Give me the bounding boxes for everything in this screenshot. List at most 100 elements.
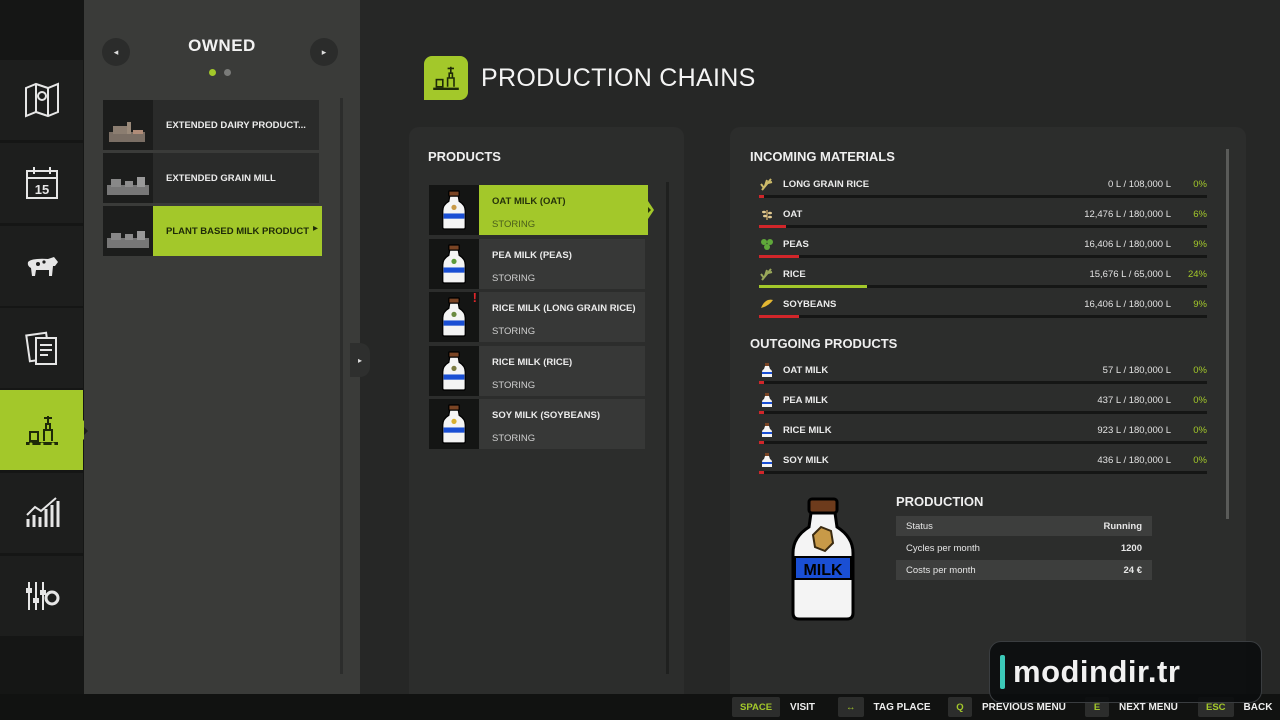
milk-bottle-icon: ! [429,290,479,342]
page-dot-2[interactable] [224,69,231,76]
nav-statistics-button[interactable] [0,473,83,553]
facility-item-active[interactable]: PLANT BASED MILK PRODUCT [103,206,322,256]
milk-bottle-small-icon [759,422,775,438]
incoming-percent: 0% [1193,179,1207,190]
fill-level-bar [759,315,1207,318]
outgoing-name: OAT MILK [783,365,829,376]
incoming-row: RICE 15,676 L / 65,000 L 24% [759,266,1207,296]
chevron-right-icon: ▸ [357,355,362,365]
incoming-amount: 12,476 L / 180,000 L [1084,209,1171,220]
hint-label: PREVIOUS MENU [982,701,1066,713]
product-item[interactable]: PEA MILK (PEAS) STORING [429,238,645,289]
incoming-amount: 16,406 L / 180,000 L [1084,239,1171,250]
product-item[interactable]: SOY MILK (SOYBEANS) STORING [429,399,645,449]
cycles-row: Cycles per month 1200 [896,538,1152,558]
product-name: RICE MILK (RICE) [492,356,573,368]
facility-item[interactable]: EXTENDED DAIRY PRODUCT... [103,100,319,150]
hint-label: BACK [1243,701,1273,713]
costs-value: 24 € [1123,564,1143,576]
incoming-row: SOYBEANS 16,406 L / 180,000 L 9% [759,296,1207,326]
watermark-accent [1000,655,1005,689]
outgoing-name: SOY MILK [783,455,829,466]
outgoing-row: PEA MILK 437 L / 180,000 L 0% [759,392,1207,422]
details-panel: INCOMING MATERIALS LONG GRAIN RICE 0 L / … [730,127,1246,694]
calendar-day: 15 [34,182,48,197]
hint-label: TAG PLACE [873,701,931,713]
incoming-amount: 0 L / 108,000 L [1107,179,1171,190]
rice-grain-icon [759,176,775,192]
nav-contracts-button[interactable] [0,308,83,388]
hint-label: NEXT MENU [1119,701,1178,713]
fill-level [759,381,764,384]
facility-label: EXTENDED DAIRY PRODUCT... [166,119,306,131]
incoming-name: RICE [783,269,806,280]
fill-level [759,225,786,228]
outgoing-percent: 0% [1193,365,1207,376]
fill-level-bar [759,471,1207,474]
status-row: Status Running [896,516,1152,536]
costs-label: Costs per month [906,564,976,576]
cycles-label: Cycles per month [906,542,980,554]
product-item[interactable]: ! RICE MILK (LONG GRAIN RICE) STORING [429,290,645,342]
incoming-title: INCOMING MATERIALS [750,149,895,164]
incoming-amount: 16,406 L / 180,000 L [1084,299,1171,310]
fill-level-bar [759,411,1207,414]
milk-bottle-image: MILK [791,497,855,621]
outgoing-row: OAT MILK 57 L / 180,000 L 0% [759,362,1207,392]
nav-calendar-button[interactable]: 15 [0,143,83,223]
status-value: Running [1103,520,1142,532]
facility-label: PLANT BASED MILK PRODUCT [166,225,310,237]
hint-label: VISIT [790,701,816,713]
outgoing-title: OUTGOING PRODUCTS [750,336,898,351]
production-title: PRODUCTION [896,494,984,509]
milk-bottle-icon [429,185,479,235]
statistics-icon [25,497,59,527]
next-category-button[interactable]: ▸ [310,38,338,66]
outgoing-percent: 0% [1193,425,1207,436]
product-state: STORING [492,433,536,444]
outgoing-amount: 436 L / 180,000 L [1097,455,1171,466]
product-state: STORING [492,379,536,391]
owned-scrollbar[interactable] [340,98,343,674]
scrollbar-thumb[interactable] [1226,149,1229,519]
nav-animals-button[interactable] [0,226,83,306]
main-navigation: 15 [0,0,92,694]
fill-level [759,471,764,474]
milk-bottle-icon [429,345,479,396]
incoming-name: PEAS [783,239,809,250]
outgoing-name: RICE MILK [783,425,832,436]
nav-map-button[interactable] [0,60,83,140]
facility-item[interactable]: EXTENDED GRAIN MILL [103,153,319,203]
map-icon [24,82,59,118]
product-state: STORING [492,219,536,230]
incoming-percent: 9% [1193,239,1207,250]
chevron-right-icon: ▸ [321,46,327,57]
product-name: PEA MILK (PEAS) [492,249,572,261]
products-scrollbar[interactable] [666,182,669,674]
nav-production-button[interactable] [0,390,92,470]
product-item-active[interactable]: OAT MILK (OAT) STORING [429,185,654,235]
incoming-name: SOYBEANS [783,299,837,310]
incoming-row: LONG GRAIN RICE 0 L / 108,000 L 0% [759,176,1207,206]
fill-level-bar [759,195,1207,198]
page-dot-1[interactable] [209,69,216,76]
soybean-icon [759,296,775,312]
product-state: STORING [492,272,536,284]
production-header-icon [424,56,468,100]
incoming-amount: 15,676 L / 65,000 L [1089,269,1171,280]
product-item[interactable]: RICE MILK (RICE) STORING [429,345,645,396]
collapse-panel-button[interactable]: ▸ [350,343,370,377]
hint-tag-place[interactable]: ↔ TAG PLACE [838,694,931,720]
page-indicator [209,69,231,76]
details-scrollbar[interactable] [1226,149,1229,519]
hint-visit[interactable]: SPACE VISIT [732,694,815,720]
outgoing-percent: 0% [1193,455,1207,466]
fill-level-bar [759,225,1207,228]
incoming-percent: 24% [1187,269,1207,280]
fill-level [759,285,867,288]
fill-level-bar [759,255,1207,258]
key-space: SPACE [732,697,781,717]
outgoing-row: SOY MILK 436 L / 180,000 L 0% [759,452,1207,482]
oat-icon [759,206,775,222]
nav-settings-button[interactable] [0,556,83,636]
